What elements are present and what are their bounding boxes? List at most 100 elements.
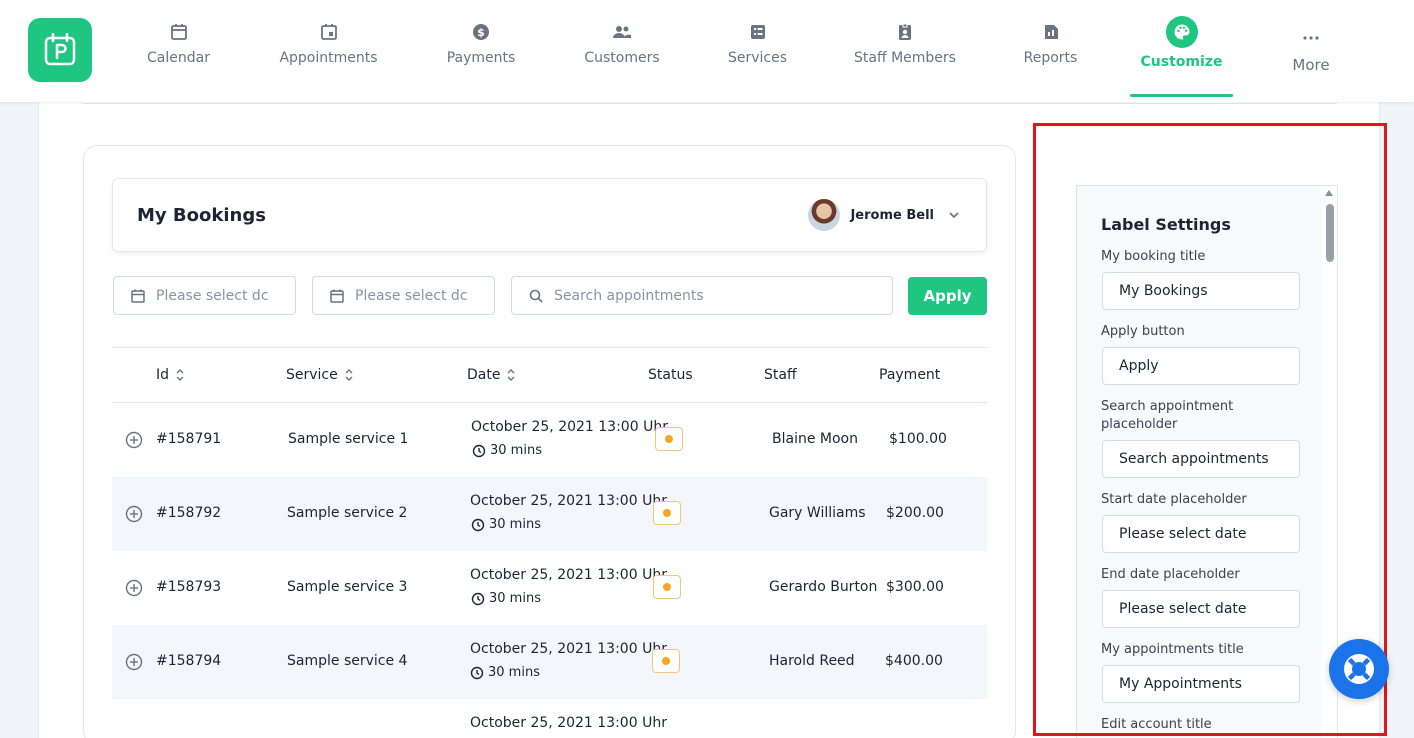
app-logo[interactable] xyxy=(28,18,92,82)
calendar-icon xyxy=(330,289,344,303)
clock-icon xyxy=(472,444,486,457)
user-menu[interactable]: Jerome Bell xyxy=(808,199,960,231)
top-navigation: Calendar Appointments $ Payments Custome… xyxy=(0,0,1414,102)
row-duration: 30 mins xyxy=(470,665,540,680)
column-id[interactable]: Id xyxy=(156,367,185,383)
report-icon xyxy=(1044,25,1058,39)
clock-icon xyxy=(470,666,484,679)
nav-label: Payments xyxy=(446,50,516,66)
row-payment: $400.00 xyxy=(885,653,943,669)
column-staff: Staff xyxy=(764,367,797,383)
row-staff: Blaine Moon xyxy=(772,431,858,447)
status-badge xyxy=(653,501,681,525)
row-id: #158793 xyxy=(156,579,222,595)
duration-text: 30 mins xyxy=(488,665,540,680)
row-payment: $300.00 xyxy=(886,579,944,595)
row-id: #158794 xyxy=(156,653,222,669)
chevron-down-icon xyxy=(949,212,959,219)
status-dot xyxy=(663,509,671,517)
row-duration: 30 mins xyxy=(472,443,542,458)
row-date: October 25, 2021 13:00 Uhr xyxy=(470,567,667,583)
nav-more[interactable]: More xyxy=(1291,0,1331,102)
more-icon xyxy=(1303,36,1319,40)
sort-icon xyxy=(345,369,353,381)
nav-label: Staff Members xyxy=(854,50,956,66)
end-date-placeholder: Please select dc xyxy=(355,287,468,304)
column-service[interactable]: Service xyxy=(286,367,354,383)
lifebuoy-icon xyxy=(1344,654,1374,684)
nav-appointments[interactable]: Appointments xyxy=(278,0,379,102)
nav-calendar[interactable]: Calendar xyxy=(145,0,212,102)
column-date[interactable]: Date xyxy=(467,367,516,383)
sort-icon xyxy=(507,369,515,381)
status-badge xyxy=(652,649,680,673)
highlight-outline xyxy=(1033,123,1387,736)
row-staff: Harold Reed xyxy=(769,653,855,669)
booking-logo-icon xyxy=(44,32,76,66)
row-date: October 25, 2021 13:00 Uhr xyxy=(470,641,667,657)
clock-icon xyxy=(471,592,485,605)
column-label: Status xyxy=(648,367,693,383)
bookings-table: Id Service Date Status Staff Payment #15… xyxy=(112,347,987,729)
duration-text: 30 mins xyxy=(489,517,541,532)
help-button[interactable] xyxy=(1329,639,1389,699)
expand-row-icon[interactable] xyxy=(125,653,143,671)
status-dot xyxy=(665,435,673,443)
nav-staff-members[interactable]: Staff Members xyxy=(853,0,957,102)
nav-label: Calendar xyxy=(147,50,210,66)
row-service: Sample service 3 xyxy=(287,579,408,595)
nav-label: Reports xyxy=(1023,50,1078,66)
nav-label: More xyxy=(1292,56,1330,74)
table-row[interactable]: #158794 Sample service 4 October 25, 202… xyxy=(112,625,987,699)
column-status: Status xyxy=(648,367,693,383)
sort-icon xyxy=(176,369,184,381)
row-staff: Gary Williams xyxy=(769,505,866,521)
nav-label: Appointments xyxy=(279,50,378,66)
search-placeholder: Search appointments xyxy=(554,287,704,304)
row-duration: 30 mins xyxy=(471,591,541,606)
status-badge xyxy=(653,575,681,599)
search-icon xyxy=(529,289,543,303)
start-date-input[interactable]: Please select dc xyxy=(113,276,296,315)
nav-label: Customize xyxy=(1140,54,1223,70)
apply-button[interactable]: Apply xyxy=(908,277,987,315)
row-payment: $100.00 xyxy=(889,431,947,447)
column-label: Service xyxy=(286,367,338,383)
nav-services[interactable]: Services xyxy=(728,0,787,102)
avatar xyxy=(808,199,841,231)
nav-customize[interactable]: Customize xyxy=(1130,0,1233,102)
calendar-check-icon xyxy=(320,24,337,40)
table-row[interactable]: #158793 Sample service 3 October 25, 202… xyxy=(112,551,987,625)
row-date: October 25, 2021 13:00 Uhr xyxy=(471,419,668,435)
nav-label: Services xyxy=(727,50,788,66)
row-payment: $200.00 xyxy=(886,505,944,521)
calendar-icon xyxy=(131,289,145,303)
table-row[interactable]: #158791 Sample service 1 October 25, 202… xyxy=(112,403,987,477)
table-row[interactable]: October 25, 2021 13:00 Uhr xyxy=(112,699,987,729)
search-input[interactable]: Search appointments xyxy=(511,276,893,315)
nav-payments[interactable]: $ Payments xyxy=(445,0,517,102)
palette-icon xyxy=(1174,24,1189,40)
table-header: Id Service Date Status Staff Payment xyxy=(112,347,987,403)
status-dot xyxy=(663,583,671,591)
nav-reports[interactable]: Reports xyxy=(1023,0,1078,102)
users-icon xyxy=(613,26,631,38)
expand-row-icon[interactable] xyxy=(125,505,143,523)
badge-icon xyxy=(899,23,911,40)
row-service: Sample service 4 xyxy=(287,653,408,669)
expand-row-icon[interactable] xyxy=(125,579,143,597)
nav-customers[interactable]: Customers xyxy=(583,0,661,102)
column-label: Id xyxy=(156,367,170,383)
bookings-title: My Bookings xyxy=(137,205,266,226)
clock-icon xyxy=(471,518,485,531)
column-label: Date xyxy=(467,367,501,383)
list-icon xyxy=(750,25,765,39)
dollar-icon: $ xyxy=(473,24,489,40)
table-row[interactable]: #158792 Sample service 2 October 25, 202… xyxy=(112,477,987,551)
column-label: Staff xyxy=(764,367,797,383)
end-date-input[interactable]: Please select dc xyxy=(312,276,495,315)
nav-label: Customers xyxy=(584,50,660,66)
expand-row-icon[interactable] xyxy=(125,431,143,449)
user-name: Jerome Bell xyxy=(850,207,934,223)
active-tab-underline xyxy=(1130,94,1233,97)
